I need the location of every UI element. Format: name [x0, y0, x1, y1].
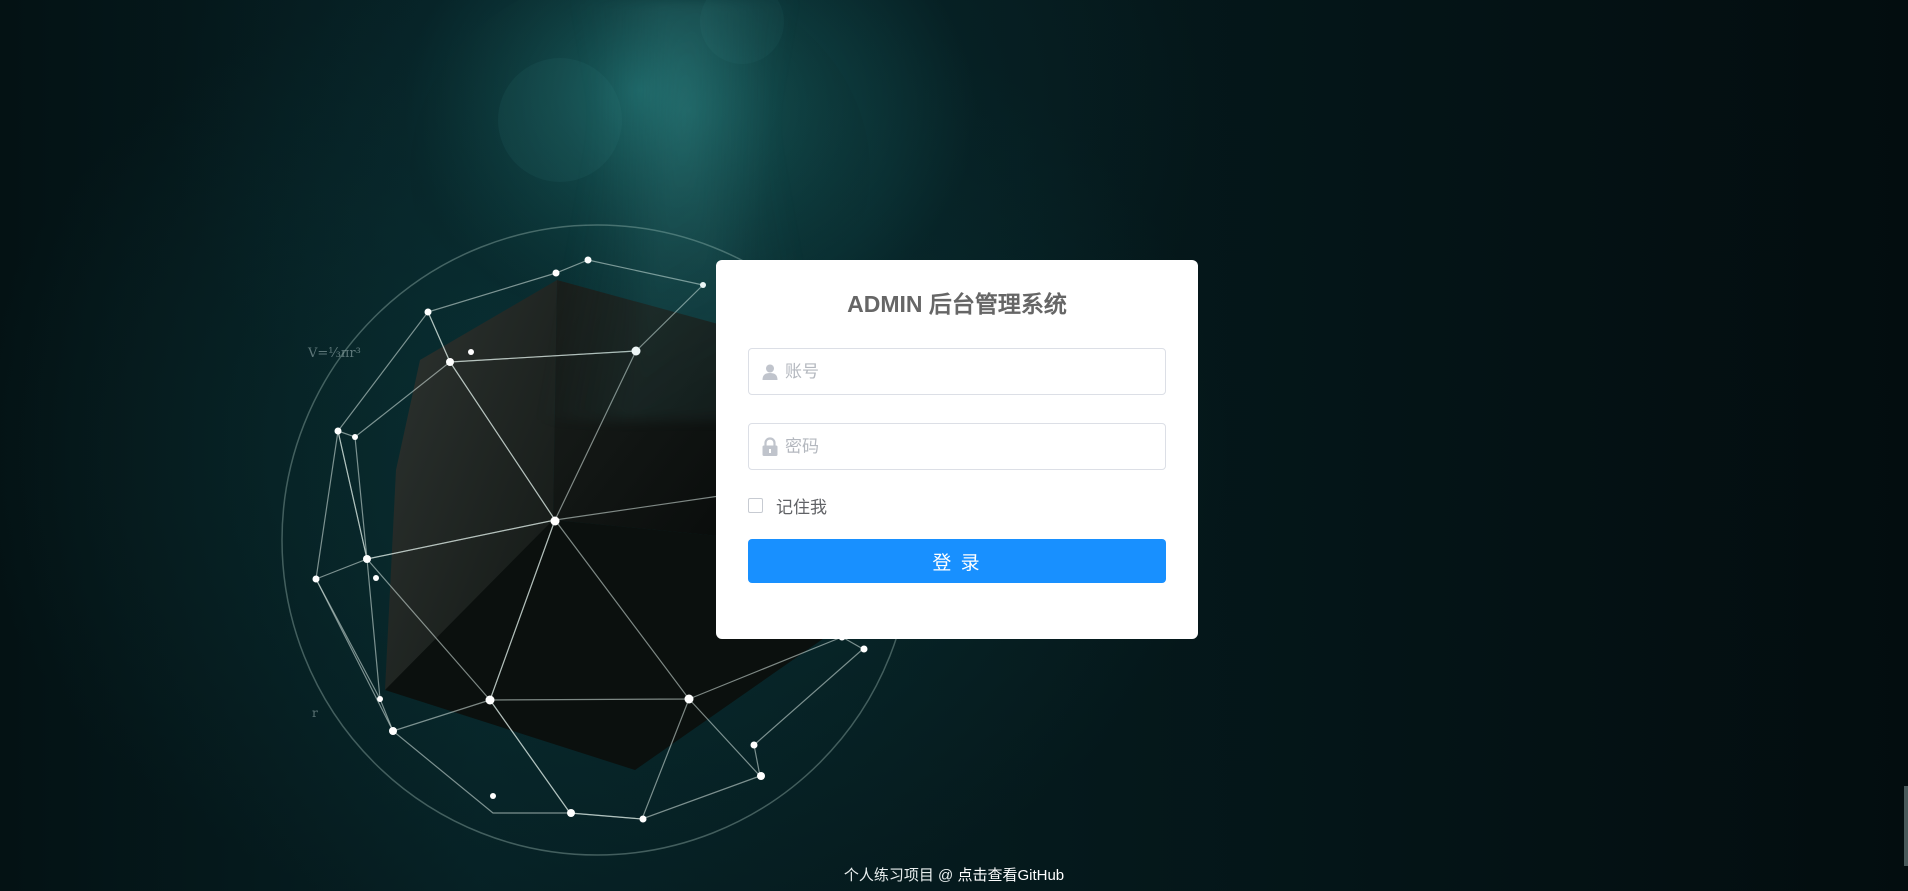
username-input[interactable] — [785, 349, 1165, 394]
footer-text: 个人练习项目 @ — [843, 867, 958, 884]
remember-label[interactable]: 记住我 — [776, 493, 827, 518]
remember-me[interactable]: 记住我 — [748, 493, 1166, 517]
username-field[interactable] — [748, 348, 1166, 395]
scrollbar-thumb[interactable] — [1904, 786, 1908, 866]
login-card: ADMIN 后台管理系统 记住我 登 录 — [716, 260, 1198, 639]
login-button[interactable]: 登 录 — [748, 539, 1166, 583]
login-title: ADMIN 后台管理系统 — [847, 291, 1067, 317]
background-formula-small: r — [312, 706, 318, 720]
footer: 个人练习项目 @ 点击查看GitHub — [0, 864, 1908, 885]
password-field[interactable] — [748, 423, 1166, 470]
github-link[interactable]: 点击查看GitHub — [957, 867, 1064, 884]
user-icon — [749, 349, 785, 394]
lock-icon — [749, 424, 785, 469]
password-input[interactable] — [785, 424, 1165, 469]
background-formula: V=⅓πr³ — [308, 346, 361, 361]
remember-checkbox[interactable] — [748, 497, 763, 513]
